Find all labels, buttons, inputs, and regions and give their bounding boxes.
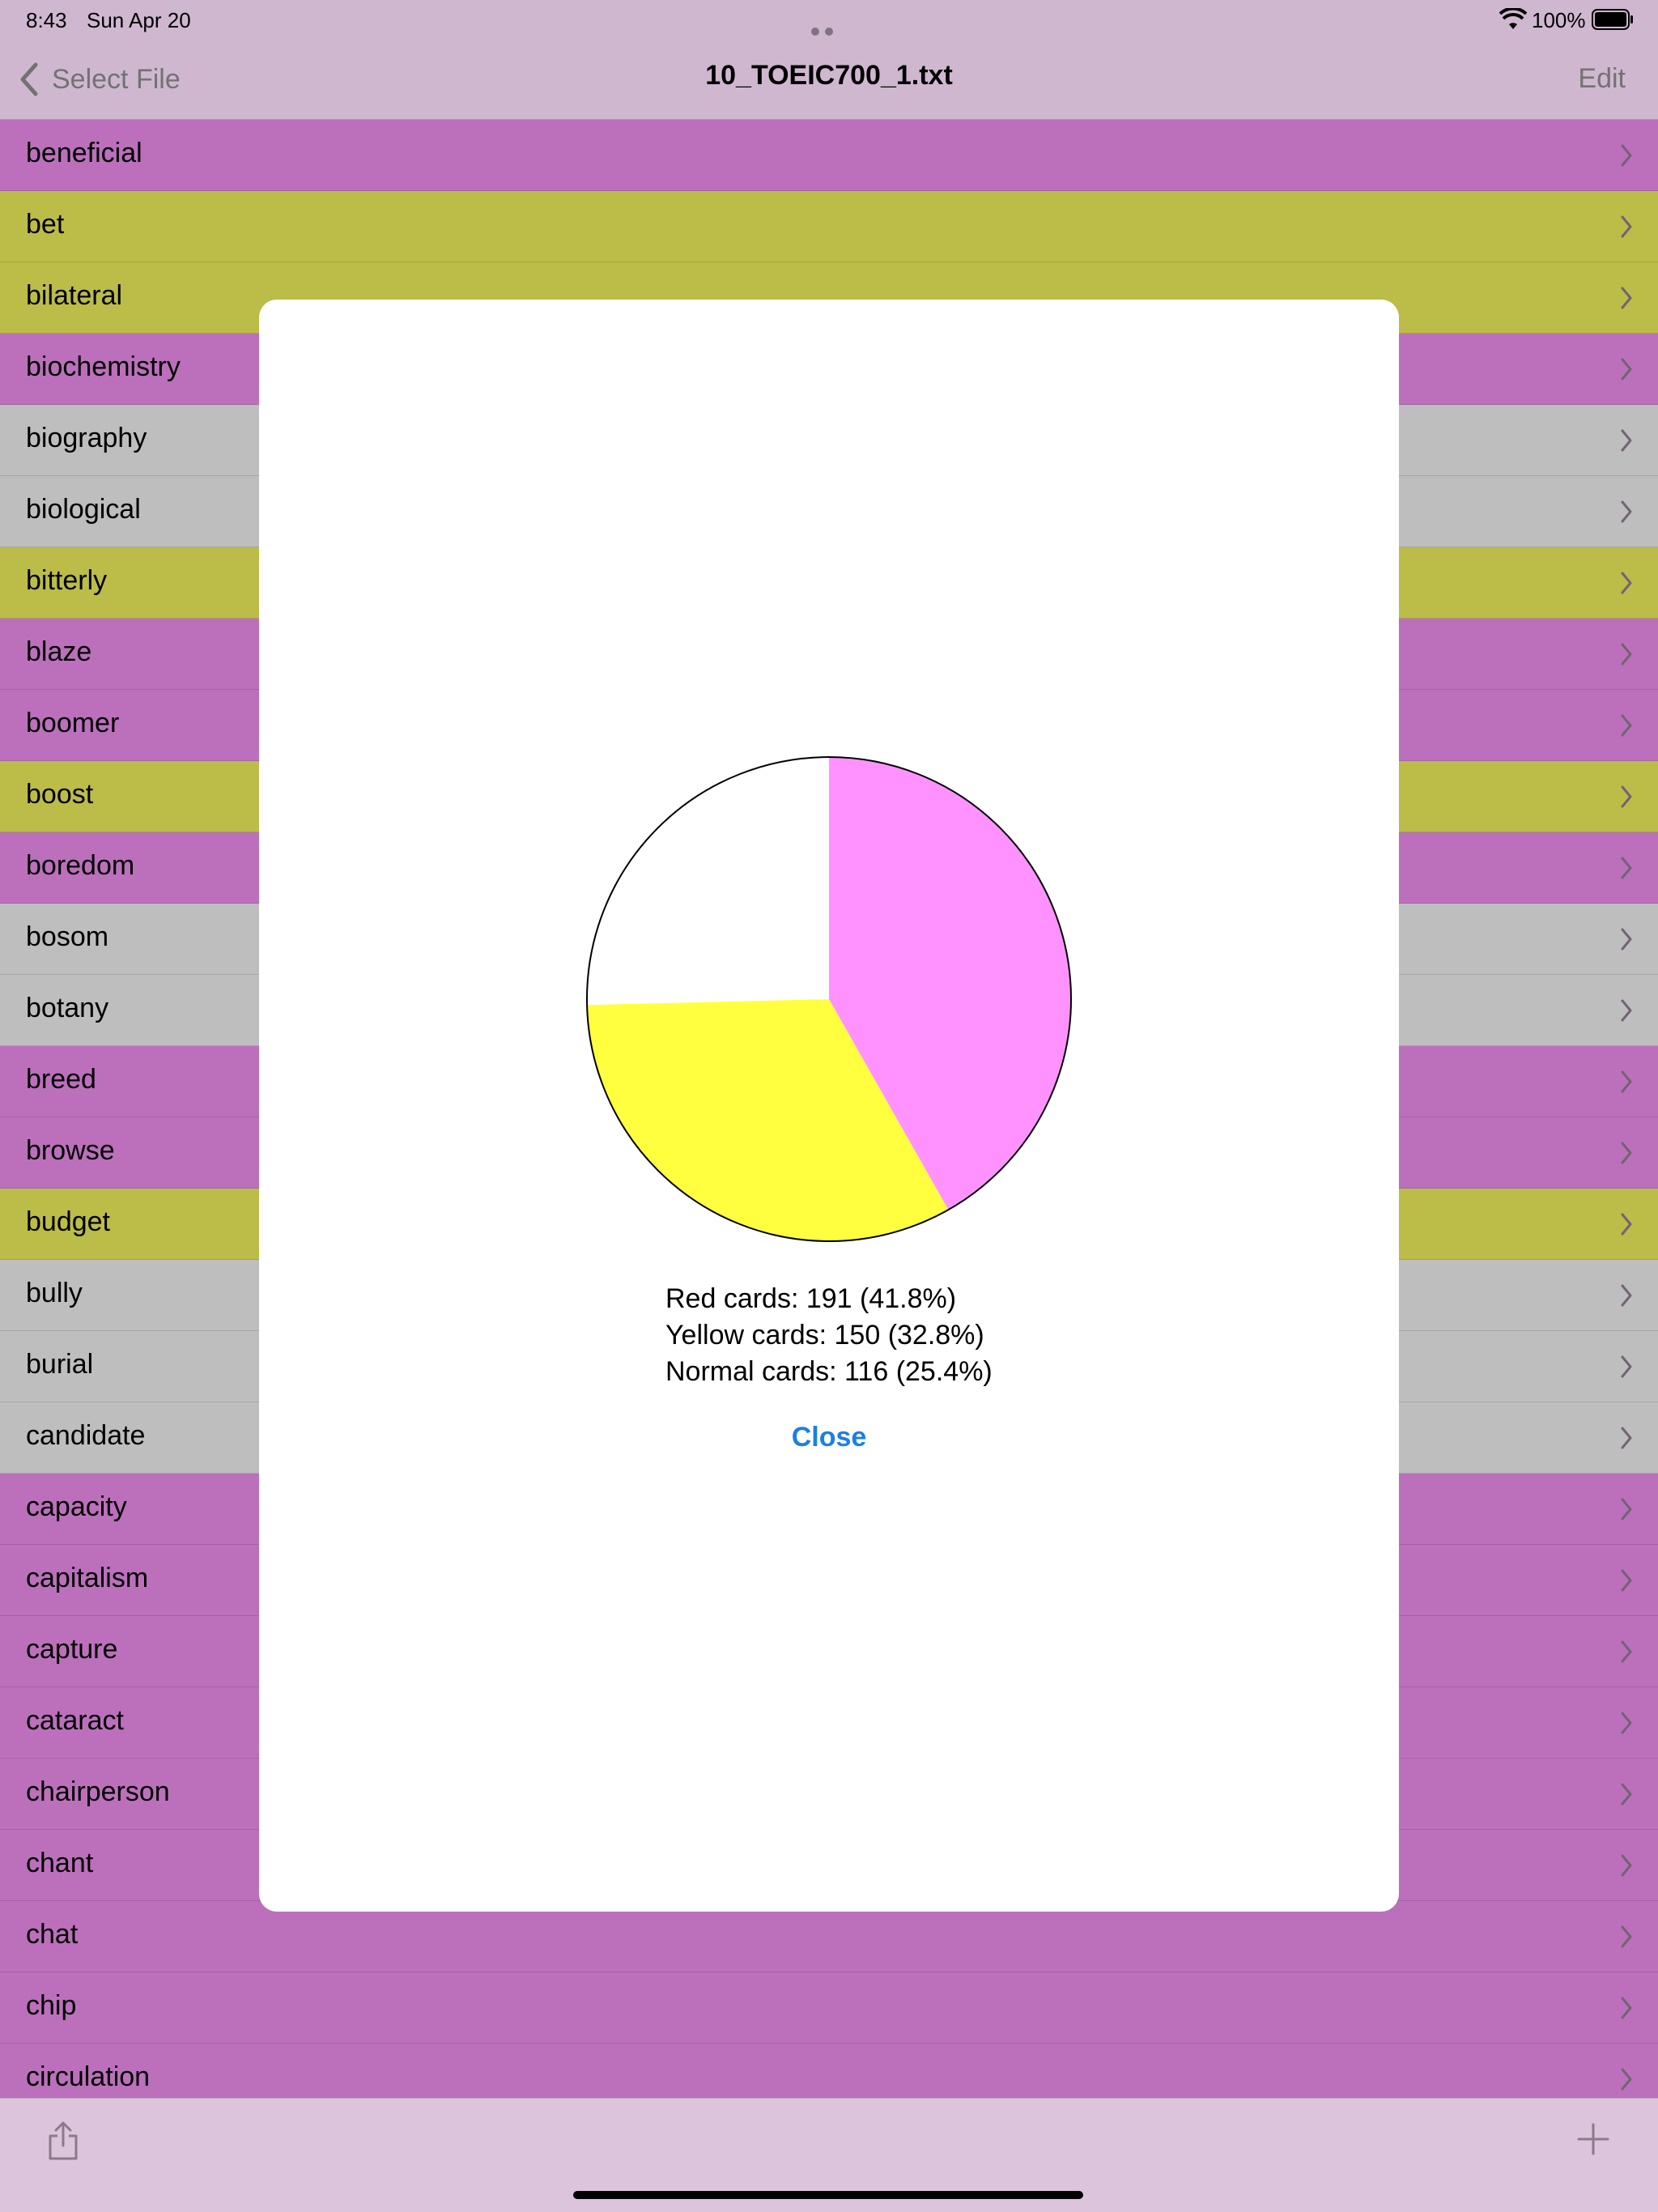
list-item[interactable]: bet bbox=[0, 191, 1658, 262]
stat-line: Normal cards: 116 (25.4%) bbox=[665, 1356, 993, 1387]
edit-button[interactable]: Edit bbox=[1578, 63, 1626, 95]
chevron-right-icon bbox=[1621, 1498, 1632, 1521]
list-item-word: chant bbox=[26, 1848, 94, 1878]
list-item[interactable]: circulation bbox=[0, 2044, 1658, 2098]
add-icon[interactable] bbox=[1577, 2123, 1609, 2155]
status-date: Sun Apr 20 bbox=[87, 8, 191, 32]
list-item[interactable]: beneficial bbox=[0, 120, 1658, 191]
chevron-right-icon bbox=[1621, 999, 1632, 1022]
chevron-right-icon bbox=[1621, 1569, 1632, 1592]
list-item-word: chairperson bbox=[26, 1776, 170, 1807]
list-item-word: boost bbox=[26, 779, 94, 810]
chevron-right-icon bbox=[1621, 429, 1632, 452]
multitasking-dots-icon[interactable] bbox=[811, 16, 847, 61]
list-item-word: chip bbox=[26, 1990, 77, 2021]
list-item[interactable]: chat bbox=[0, 1901, 1658, 1972]
chevron-right-icon bbox=[1621, 358, 1632, 381]
chevron-right-icon bbox=[1621, 1640, 1632, 1663]
list-item-word: bosom bbox=[26, 921, 109, 952]
card-stats: Red cards: 191 (41.8%) Yellow cards: 150 … bbox=[665, 1281, 993, 1390]
list-item-word: bitterly bbox=[26, 565, 108, 596]
statistics-modal: Red cards: 191 (41.8%) Yellow cards: 150 … bbox=[259, 300, 1399, 1912]
chevron-right-icon bbox=[1621, 714, 1632, 737]
list-item-word: budget bbox=[26, 1206, 110, 1237]
list-item-word: boomer bbox=[26, 708, 120, 738]
share-icon[interactable] bbox=[47, 2120, 79, 2162]
chevron-right-icon bbox=[1621, 500, 1632, 523]
list-item-word: blaze bbox=[26, 636, 92, 667]
chevron-right-icon bbox=[1621, 1284, 1632, 1307]
list-item-word: candidate bbox=[26, 1420, 146, 1451]
chevron-right-icon bbox=[1621, 1070, 1632, 1093]
pie-slice-normal-cards bbox=[587, 757, 829, 1006]
chevron-right-icon bbox=[1621, 928, 1632, 951]
chevron-right-icon bbox=[1621, 144, 1632, 167]
chevron-right-icon bbox=[1621, 1355, 1632, 1378]
list-item-word: biochemistry bbox=[26, 351, 181, 382]
list-item-word: browse bbox=[26, 1135, 115, 1166]
battery-icon bbox=[1592, 9, 1633, 30]
back-button[interactable]: Select File bbox=[18, 60, 181, 99]
navigation-bar: Select File 10_TOEIC700_1.txt Edit bbox=[0, 39, 1658, 120]
chevron-right-icon bbox=[1621, 1142, 1632, 1164]
chevron-right-icon bbox=[1621, 1925, 1632, 1948]
pie-chart bbox=[585, 755, 1073, 1244]
chevron-right-icon bbox=[1621, 1213, 1632, 1236]
chevron-right-icon bbox=[1621, 2068, 1632, 2091]
close-button[interactable]: Close bbox=[259, 1422, 1399, 1453]
back-button-label: Select File bbox=[52, 63, 181, 95]
list-item-word: bully bbox=[26, 1278, 83, 1308]
pie-chart-svg bbox=[586, 756, 1072, 1242]
list-item-word: beneficial bbox=[26, 138, 142, 168]
status-bar: 8:43 Sun Apr 20 100% bbox=[0, 0, 1658, 61]
list-item-word: capacity bbox=[26, 1491, 127, 1522]
chevron-right-icon bbox=[1621, 287, 1632, 309]
status-time: 8:43 bbox=[26, 8, 67, 32]
chevron-right-icon bbox=[1621, 1783, 1632, 1806]
chevron-right-icon bbox=[1621, 785, 1632, 808]
list-item-word: breed bbox=[26, 1064, 96, 1095]
chevron-right-icon bbox=[1621, 572, 1632, 594]
list-item-word: burial bbox=[26, 1349, 94, 1380]
list-item-word: bet bbox=[26, 209, 65, 240]
list-item-word: cataract bbox=[26, 1705, 124, 1736]
list-item[interactable]: chip bbox=[0, 1972, 1658, 2044]
list-item-word: capitalism bbox=[26, 1563, 149, 1593]
list-item-word: circulation bbox=[26, 2061, 151, 2092]
chevron-right-icon bbox=[1621, 1427, 1632, 1449]
home-indicator[interactable] bbox=[573, 2191, 1083, 2199]
list-item-word: botany bbox=[26, 993, 109, 1023]
chevron-right-icon bbox=[1621, 1997, 1632, 2019]
chevron-right-icon bbox=[1621, 1854, 1632, 1877]
chevron-right-icon bbox=[1621, 643, 1632, 666]
list-item-word: capture bbox=[26, 1634, 118, 1665]
wifi-icon bbox=[1499, 8, 1527, 29]
page-title: 10_TOEIC700_1.txt bbox=[705, 60, 953, 91]
stat-line: Yellow cards: 150 (32.8%) bbox=[665, 1320, 984, 1351]
chevron-right-icon bbox=[1621, 1712, 1632, 1734]
list-item-word: chat bbox=[26, 1919, 79, 1950]
chevron-right-icon bbox=[1621, 857, 1632, 879]
chevron-left-icon bbox=[20, 62, 38, 96]
list-item-word: biography bbox=[26, 423, 147, 453]
stat-line: Red cards: 191 (41.8%) bbox=[665, 1283, 957, 1314]
list-item-word: boredom bbox=[26, 850, 135, 881]
list-item-word: biological bbox=[26, 494, 141, 525]
chevron-right-icon bbox=[1621, 215, 1632, 238]
list-item-word: bilateral bbox=[26, 280, 123, 311]
battery-percentage: 100% bbox=[1532, 8, 1586, 32]
